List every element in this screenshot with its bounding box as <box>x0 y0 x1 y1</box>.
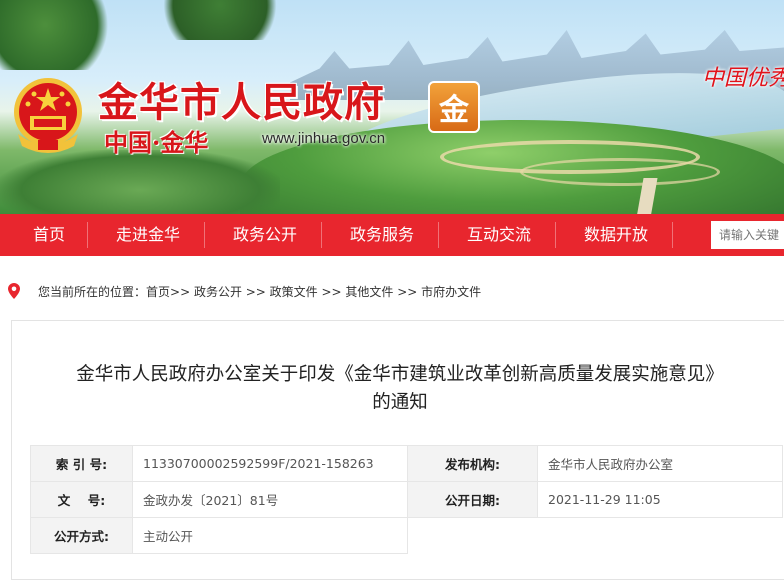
subtitle-china: 中国 <box>104 128 152 157</box>
empty-cell <box>537 517 783 554</box>
article-title-line2: 的通知 <box>372 392 428 413</box>
location-pin-icon <box>8 283 20 299</box>
subtitle-jinhua: 金华 <box>160 128 209 157</box>
tree-foliage <box>150 0 290 40</box>
empty-cell <box>407 517 538 554</box>
publisher-label: 发布机构: <box>407 445 538 482</box>
disclosure-mode-value: 主动公开 <box>132 517 408 554</box>
publisher-value: 金华市人民政府办公室 <box>537 445 783 482</box>
breadcrumb: 您当前所在的位置： 首页>> 政务公开 >> 政策文件 >> 其他文件 >> 市… <box>8 282 481 300</box>
nav-item-gov-affairs[interactable]: 政务公开 <box>233 214 297 256</box>
site-title[interactable]: 金华市人民政府 <box>98 70 385 128</box>
publish-date-label: 公开日期: <box>407 481 538 518</box>
breadcrumb-path[interactable]: 首页>> 政务公开 >> 政策文件 >> 其他文件 >> 市府办文件 <box>146 283 481 300</box>
search-input[interactable] <box>711 221 784 249</box>
nav-item-gov-services[interactable]: 政务服务 <box>350 214 414 256</box>
table-row: 文 号: 金政办发〔2021〕81号 公开日期: 2021-11-29 11:0… <box>30 481 783 518</box>
nav-item-about[interactable]: 走进金华 <box>116 214 180 256</box>
doc-number-label: 文 号: <box>30 481 133 518</box>
breadcrumb-prefix: 您当前所在的位置： <box>38 284 147 299</box>
header-banner: 金华市人民政府 金 中国·金华 www.jinhua.gov.cn 中国优秀 <box>0 0 784 214</box>
article-title: 金华市人民政府办公室关于印发《金华市建筑业改革创新高质量发展实施意见》 的通知 <box>28 361 772 417</box>
publish-date-value: 2021-11-29 11:05 <box>537 481 783 518</box>
site-url: www.jinhua.gov.cn <box>262 130 386 147</box>
nav-item-home[interactable]: 首页 <box>33 214 65 256</box>
article-title-line1: 金华市人民政府办公室关于印发《金华市建筑业改革创新高质量发展实施意见》 <box>76 364 724 385</box>
nav-divider <box>204 222 205 248</box>
disclosure-mode-label: 公开方式: <box>30 517 133 554</box>
site-subtitle: 中国·金华 <box>104 123 208 158</box>
jin-logo-badge: 金 <box>428 81 480 133</box>
nav-item-interaction[interactable]: 互动交流 <box>467 214 531 256</box>
index-number-label: 索 引 号: <box>30 445 133 482</box>
table-row: 公开方式: 主动公开 <box>30 517 783 554</box>
national-emblem-icon[interactable] <box>8 74 88 160</box>
main-nav: 首页 走进金华 政务公开 政务服务 互动交流 数据开放 <box>0 214 784 256</box>
nav-item-open-data[interactable]: 数据开放 <box>584 214 648 256</box>
nav-divider <box>87 222 88 248</box>
nav-divider <box>555 222 556 248</box>
park-path <box>520 158 720 186</box>
nav-divider <box>321 222 322 248</box>
article-card: 金华市人民政府办公室关于印发《金华市建筑业改革创新高质量发展实施意见》 的通知 … <box>11 320 784 580</box>
tree-foliage <box>0 0 120 70</box>
nav-divider <box>438 222 439 248</box>
doc-number-value: 金政办发〔2021〕81号 <box>132 481 408 518</box>
nav-divider <box>672 222 673 248</box>
header-slogan: 中国优秀 <box>701 66 784 91</box>
document-meta-table: 索 引 号: 11330700002592599F/2021-158263 发布… <box>30 445 783 554</box>
index-number-value: 11330700002592599F/2021-158263 <box>132 445 408 482</box>
table-row: 索 引 号: 11330700002592599F/2021-158263 发布… <box>30 445 783 482</box>
